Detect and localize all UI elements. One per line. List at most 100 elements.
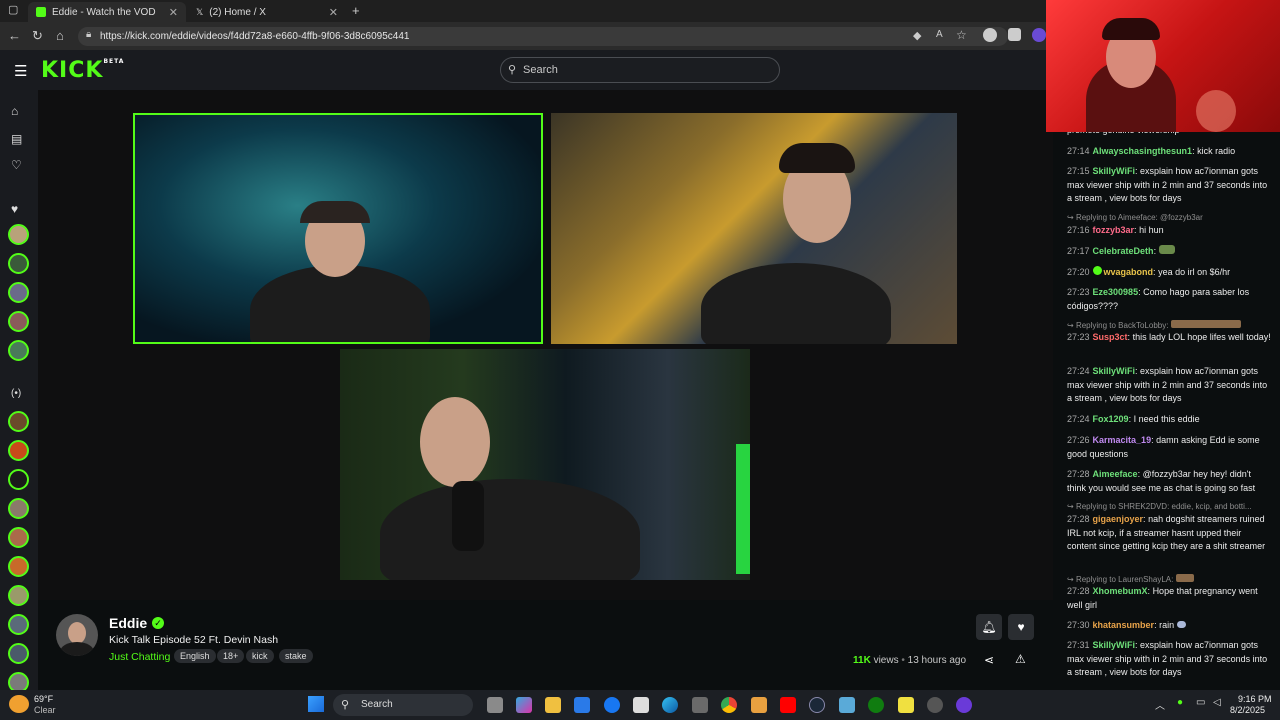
windows-start-icon[interactable]: [308, 696, 324, 712]
tab-x[interactable]: 𝕏 (2) Home / X ✕: [188, 2, 346, 22]
copilot-icon[interactable]: [516, 697, 532, 713]
microphone-icon[interactable]: ●: [1177, 697, 1183, 708]
browse-icon[interactable]: ▤: [11, 132, 22, 146]
share-icon[interactable]: ⋖: [984, 653, 994, 667]
chat-text: this lady LOL hope lifes well today!: [1132, 332, 1271, 342]
reply-text: Replying to SHREK2DVD: eddie, kcip, and …: [1075, 502, 1252, 511]
app-icon[interactable]: [927, 697, 943, 713]
chrome-icon[interactable]: [721, 697, 737, 713]
chat-message: 27:28 XhomebumX: Hope that pregnancy went…: [1067, 586, 1258, 610]
follow-button[interactable]: ♥: [1008, 614, 1034, 640]
recommended-channel-avatar[interactable]: [8, 498, 29, 519]
video-title: Kick Talk Episode 52 Ft. Devin Nash: [109, 634, 279, 646]
sticky-notes-icon[interactable]: [898, 697, 914, 713]
lock-icon: 🔒︎: [86, 29, 92, 40]
following-heart-icon[interactable]: ♡: [11, 158, 22, 172]
volume-icon[interactable]: ◁: [1213, 697, 1221, 708]
tray-chevron-icon[interactable]: ︿: [1155, 697, 1165, 712]
steam-icon[interactable]: [809, 697, 825, 713]
app-icon[interactable]: [839, 697, 855, 713]
menu-icon[interactable]: ☰: [14, 62, 27, 80]
tab-actions-icon[interactable]: ▢: [8, 3, 18, 16]
home-icon[interactable]: ⌂: [11, 104, 18, 118]
app-icon[interactable]: [956, 697, 972, 713]
amazon-icon[interactable]: [633, 697, 649, 713]
task-view-icon[interactable]: [487, 697, 503, 713]
new-tab-icon[interactable]: +: [352, 3, 360, 18]
chat-username[interactable]: SkillyWiFi: [1093, 166, 1135, 176]
kick-logo[interactable]: KICKBETA: [41, 58, 124, 83]
chat-username[interactable]: fozzyb3ar: [1093, 225, 1135, 235]
category-link[interactable]: Just Chatting: [109, 651, 170, 663]
chat-text: yea do irl on $6/hr: [1158, 267, 1231, 277]
chat-username[interactable]: Alwayschasingthesun1: [1093, 146, 1193, 156]
extension-icon[interactable]: [1008, 28, 1021, 41]
extension-icon[interactable]: [983, 28, 997, 42]
read-aloud-icon[interactable]: A: [936, 29, 943, 40]
channel-name[interactable]: Eddie: [109, 615, 147, 631]
chat-username[interactable]: Fox1209: [1093, 414, 1129, 424]
file-explorer-icon[interactable]: [545, 697, 561, 713]
youtube-icon[interactable]: [780, 697, 796, 713]
chat-username[interactable]: Eze300985: [1093, 287, 1139, 297]
recommended-channel-avatar[interactable]: [8, 527, 29, 548]
chat-message: 27:17 CelebrateDeth:: [1067, 245, 1272, 259]
chat-username[interactable]: Susp3ct: [1093, 332, 1128, 342]
chat-timestamp: 27:30: [1067, 620, 1090, 630]
refresh-icon[interactable]: ↻: [32, 28, 43, 44]
tag-chip[interactable]: kick: [246, 649, 274, 663]
recommended-channel-avatar[interactable]: [8, 411, 29, 432]
xbox-icon[interactable]: [868, 697, 884, 713]
recommended-channel-avatar[interactable]: [8, 614, 29, 635]
edge-icon[interactable]: [662, 697, 678, 713]
taskbar-date[interactable]: 8/2/2025: [1230, 705, 1265, 715]
calculator-icon[interactable]: [692, 697, 708, 713]
followed-channel-avatar[interactable]: [8, 311, 29, 332]
tag-chip[interactable]: stake: [279, 649, 313, 663]
taskbar-search[interactable]: Search: [333, 694, 473, 716]
app-icon[interactable]: [751, 697, 767, 713]
weather-temperature[interactable]: 69°F: [34, 694, 53, 704]
profile-avatar[interactable]: [1032, 28, 1046, 42]
chat-message: 27:16 fozzyb3ar: hi hun: [1067, 225, 1164, 235]
microsoft-store-icon[interactable]: [574, 697, 590, 713]
taskbar-time[interactable]: 9:16 PM: [1238, 694, 1272, 704]
tag-chip[interactable]: 18+: [217, 649, 245, 663]
followed-channel-avatar[interactable]: [8, 340, 29, 361]
chat-username[interactable]: wvagabond: [1104, 267, 1154, 277]
favorite-star-icon[interactable]: ☆: [956, 28, 967, 42]
notification-bell-button[interactable]: 🔔︎: [976, 614, 1002, 640]
search-input[interactable]: Search: [500, 57, 780, 83]
tab-kick[interactable]: Eddie - Watch the VOD on K ✕: [28, 2, 186, 22]
close-tab-icon[interactable]: ✕: [169, 6, 178, 19]
chat-username[interactable]: CelebrateDeth: [1093, 246, 1154, 256]
recommended-channel-avatar[interactable]: [8, 469, 29, 490]
chat-username[interactable]: XhomebumX: [1093, 586, 1148, 596]
followed-channel-avatar[interactable]: [8, 224, 29, 245]
chat-username[interactable]: Karmacita_19: [1093, 435, 1152, 445]
chat-username[interactable]: khatansumber: [1093, 620, 1155, 630]
chat-username[interactable]: SkillyWiFi: [1093, 640, 1135, 650]
network-icon[interactable]: ▭: [1196, 697, 1205, 708]
tag-chip[interactable]: English: [174, 649, 216, 663]
chat-username[interactable]: SkillyWiFi: [1093, 366, 1135, 376]
back-icon[interactable]: ←: [8, 28, 21, 43]
url-input[interactable]: https://kick.com/eddie/videos/f4dd72a8-e…: [78, 27, 1008, 46]
chat-username[interactable]: gigaenjoyer: [1093, 514, 1144, 524]
report-warning-icon[interactable]: ⚠: [1015, 652, 1026, 666]
recommended-channel-avatar[interactable]: [8, 585, 29, 606]
home-icon[interactable]: ⌂: [56, 28, 64, 43]
facebook-icon[interactable]: [604, 697, 620, 713]
recommended-channel-avatar[interactable]: [8, 643, 29, 664]
host-camera-feed: [133, 113, 543, 344]
followed-channel-avatar[interactable]: [8, 282, 29, 303]
recommended-channel-avatar[interactable]: [8, 440, 29, 461]
recommended-channel-avatar[interactable]: [8, 556, 29, 577]
tag-icon[interactable]: ◆: [913, 29, 921, 42]
chat-message: 27:28 Aimeeface: @fozzyb3ar hey hey! didn…: [1067, 469, 1256, 493]
channel-avatar[interactable]: [56, 614, 98, 656]
close-tab-icon[interactable]: ✕: [329, 6, 338, 19]
left-sidebar: ⌂ ▤ ♡ ♥ (•): [0, 90, 38, 693]
followed-channel-avatar[interactable]: [8, 253, 29, 274]
chat-username[interactable]: Aimeeface: [1093, 469, 1138, 479]
